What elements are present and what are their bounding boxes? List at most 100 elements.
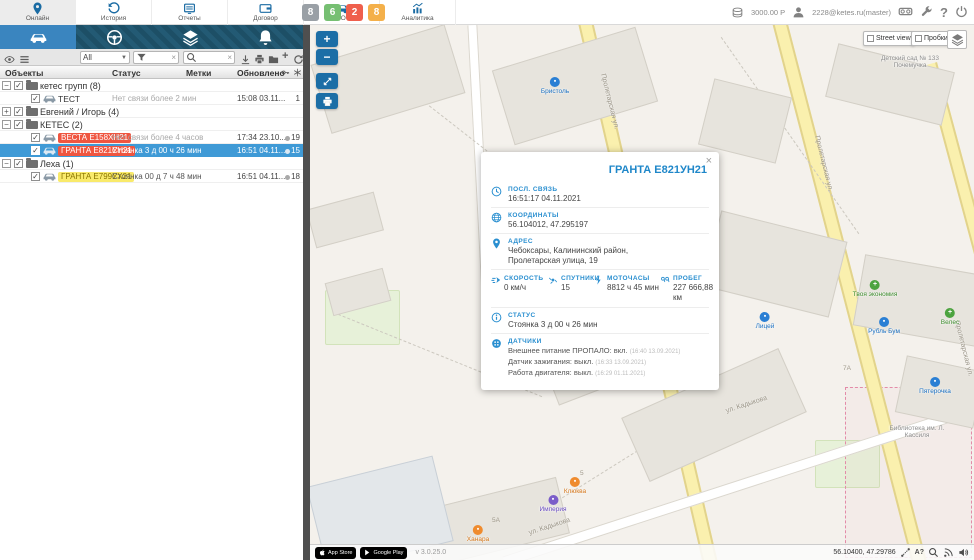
poi-rubl-bum[interactable]: ▪Рубль Бум (868, 317, 900, 335)
school-icon: ▪ (760, 312, 770, 322)
poi-kindergarten[interactable]: Детский сад № 133 Почемучка (878, 55, 942, 69)
column-tags[interactable]: Метки (186, 68, 211, 78)
unit-status: Стоянка 00 д 7 ч 48 мин (112, 172, 201, 181)
appstore-badge[interactable]: App Store (315, 547, 356, 559)
base-layer-button[interactable] (947, 30, 967, 49)
eye-icon (4, 54, 15, 65)
expand-toggle[interactable]: − (2, 81, 11, 90)
map-canvas[interactable]: 7А 5 5А Пролетарская ул. Пролетарская ул… (310, 25, 974, 560)
zoom-in-button[interactable]: + (316, 31, 338, 47)
stats-row: СКОРОСТЬ 0 км/ч СПУТНИКИ 15 МОТОЧАСЫ 881… (491, 269, 709, 307)
sensors-icon (491, 338, 502, 349)
building (310, 192, 384, 249)
group-filter-select[interactable]: All ▼ (80, 51, 130, 64)
poi-veles[interactable]: +Велес (941, 308, 959, 326)
section-label: ДАТЧИКИ (508, 337, 709, 346)
checkbox[interactable] (14, 81, 23, 90)
poi-litsey[interactable]: ▪Лицей (756, 312, 775, 330)
unit-row[interactable]: ВЕСТА Е158ХН21 Нет связи более 4 часов 1… (0, 131, 303, 144)
group-row[interactable]: − кетес групп (8) (0, 79, 303, 92)
panel-splitter[interactable] (303, 25, 310, 560)
tab-history[interactable]: История (76, 0, 152, 25)
car-icon (43, 94, 56, 103)
poi-library[interactable]: Библиотека им. Л. Кассиля (885, 425, 949, 439)
poi-klyukva[interactable]: ▪Клюква (564, 477, 586, 495)
sound-icon[interactable] (958, 547, 969, 558)
street-view-toggle[interactable]: Street view (863, 31, 915, 46)
map-footer-bar: App Store Google Play v 3.0.25.0 56.1040… (310, 544, 974, 560)
globe-icon (491, 212, 502, 223)
counter-green[interactable]: 6 (324, 4, 341, 21)
signal-icon[interactable] (943, 547, 954, 558)
counter-gray[interactable]: 8 (302, 4, 319, 21)
clear-icon[interactable]: × (171, 54, 176, 62)
poi-khanara[interactable]: ▪Ханара (467, 525, 489, 543)
panel-tab-notifications[interactable] (227, 25, 303, 49)
user-login[interactable]: 2228@ketes.ru(master) (812, 8, 891, 17)
close-icon[interactable]: × (706, 155, 712, 167)
googleplay-badge[interactable]: Google Play (360, 547, 407, 559)
group-row[interactable]: − КЕТЕС (2) (0, 118, 303, 131)
folder-icon (26, 121, 38, 129)
column-status[interactable]: Статус (112, 68, 141, 78)
expand-toggle[interactable]: + (2, 107, 11, 116)
route-measure-icon[interactable] (900, 547, 911, 558)
clear-icon[interactable]: × (227, 54, 232, 62)
unit-info-popup: × ГРАНТА Е821УН21 ПОСЛ. СВЯЗЬ 16:51:17 0… (481, 152, 719, 390)
filter-input[interactable]: × (133, 51, 179, 64)
tab-reports[interactable]: Отчеты (152, 0, 228, 25)
column-objects[interactable]: Объекты (5, 68, 43, 78)
tab-online[interactable]: Онлайн (0, 0, 76, 25)
unit-status: Стоянка 3 д 00 ч 26 мин (112, 146, 201, 155)
tab-contract[interactable]: Договор (228, 0, 304, 25)
address-search-icon[interactable]: А? (915, 547, 924, 558)
unit-row-selected[interactable]: ГРАНТА Е821УН21 Стоянка 3 д 00 ч 26 мин … (0, 144, 303, 157)
search-input[interactable]: × (183, 51, 235, 64)
poi-tvoya-ekonomiya[interactable]: +Твоя экономия (853, 280, 898, 298)
checkbox[interactable] (31, 172, 40, 181)
zoom-out-button[interactable]: − (316, 49, 338, 65)
settings-button[interactable] (920, 5, 933, 20)
stat-label: ПРОБЕГ (673, 274, 720, 283)
map-print-button[interactable] (316, 93, 338, 109)
add-object-button[interactable]: + (282, 50, 288, 62)
column-updated[interactable]: Обновлено (237, 68, 285, 78)
tab-analytics[interactable]: Аналитика (380, 0, 456, 25)
poi-pyaterochka[interactable]: ▪Пятерочка (919, 377, 951, 395)
section-label: КООРДИНАТЫ (508, 211, 709, 220)
help-button[interactable]: ? (940, 6, 948, 19)
group-row[interactable]: − Леха (1) (0, 157, 303, 170)
video-monitoring-button[interactable] (898, 4, 913, 21)
3d-glasses-icon (898, 4, 913, 19)
selected-option: All (83, 53, 92, 62)
appstore-label: App Store (328, 550, 352, 556)
measure-button[interactable] (316, 73, 338, 89)
traffic-toggle[interactable]: Пробки (911, 31, 952, 46)
expand-toggle[interactable]: − (2, 120, 11, 129)
unit-row[interactable]: ТЕСТ Нет связи более 2 мин 15:08 03.11..… (0, 92, 303, 105)
checkbox[interactable] (14, 120, 23, 129)
search-icon[interactable] (928, 547, 939, 558)
info-icon (491, 312, 502, 323)
chevron-down-icon: ▼ (121, 55, 127, 61)
panel-tab-units[interactable] (0, 25, 76, 49)
expand-toggle[interactable]: − (2, 159, 11, 168)
asterisk-icon[interactable] (293, 68, 302, 77)
unit-count: 15 (291, 146, 300, 155)
checkbox[interactable] (31, 94, 40, 103)
poi-bristol[interactable]: ▪Бристоль (541, 77, 569, 95)
checkbox[interactable] (31, 146, 40, 155)
panel-tab-geozones[interactable] (152, 25, 228, 49)
checkbox[interactable] (14, 107, 23, 116)
group-row[interactable]: + Евгений / Игорь (4) (0, 105, 303, 118)
unit-updated: 17:34 23.10... (237, 133, 286, 142)
checkbox[interactable] (31, 133, 40, 142)
key-icon[interactable] (281, 68, 290, 77)
counter-red[interactable]: 2 (346, 4, 363, 21)
panel-tab-drivers[interactable] (76, 25, 152, 49)
logout-button[interactable] (955, 5, 968, 20)
unit-row[interactable]: ГРАНТА Е799УХ21 Стоянка 00 д 7 ч 48 мин … (0, 170, 303, 183)
counter-orange[interactable]: 8 (368, 4, 385, 21)
poi-imperiya[interactable]: ▪Империя (539, 495, 566, 513)
checkbox[interactable] (14, 159, 23, 168)
